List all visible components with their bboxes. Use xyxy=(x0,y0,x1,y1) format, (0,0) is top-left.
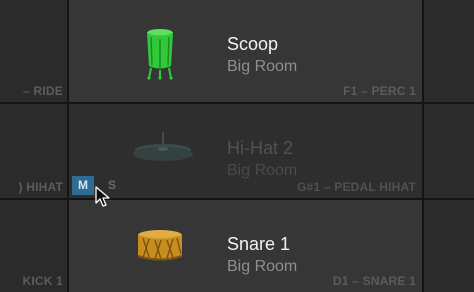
pad-kit: Big Room xyxy=(227,162,298,179)
pad-left-hihat[interactable]: ) HIHAT xyxy=(0,104,67,198)
pad-snare-1[interactable]: Snare 1 Big Room D1 – SNARE 1 xyxy=(69,200,422,292)
pad-kit: Big Room xyxy=(227,258,298,275)
pad-note-label: F1 – PERC 1 xyxy=(343,84,416,98)
mute-button[interactable]: M xyxy=(72,176,94,195)
pad-scoop[interactable]: Scoop Big Room F1 – PERC 1 xyxy=(69,0,422,102)
pad-right-top[interactable] xyxy=(424,0,474,102)
pad-left-kick[interactable]: KICK 1 xyxy=(0,200,67,292)
conga-drum-icon xyxy=(147,29,173,80)
pad-right-bottom[interactable] xyxy=(424,200,474,292)
pad-kit: Big Room xyxy=(227,58,298,75)
pad-name: Snare 1 xyxy=(227,234,291,254)
pad-note-label: D1 – SNARE 1 xyxy=(332,274,416,288)
snare-drum-icon xyxy=(137,230,183,261)
hihat-cymbal-icon xyxy=(133,132,193,161)
pad-note-label: ) HIHAT xyxy=(18,180,63,194)
pad-right-middle[interactable] xyxy=(424,104,474,198)
pad-name: Hi-Hat 2 xyxy=(227,138,294,158)
pad-note-label: – RIDE xyxy=(23,84,63,98)
pad-name: Scoop xyxy=(227,34,279,54)
pad-note-label: G#1 – PEDAL HIHAT xyxy=(297,180,416,194)
pad-hihat-2[interactable]: Hi-Hat 2 Big Room G#1 – PEDAL HIHAT xyxy=(69,104,422,198)
pad-left-ride[interactable]: – RIDE xyxy=(0,0,67,102)
mouse-pointer-icon xyxy=(95,186,110,207)
pad-note-label: KICK 1 xyxy=(22,274,63,288)
